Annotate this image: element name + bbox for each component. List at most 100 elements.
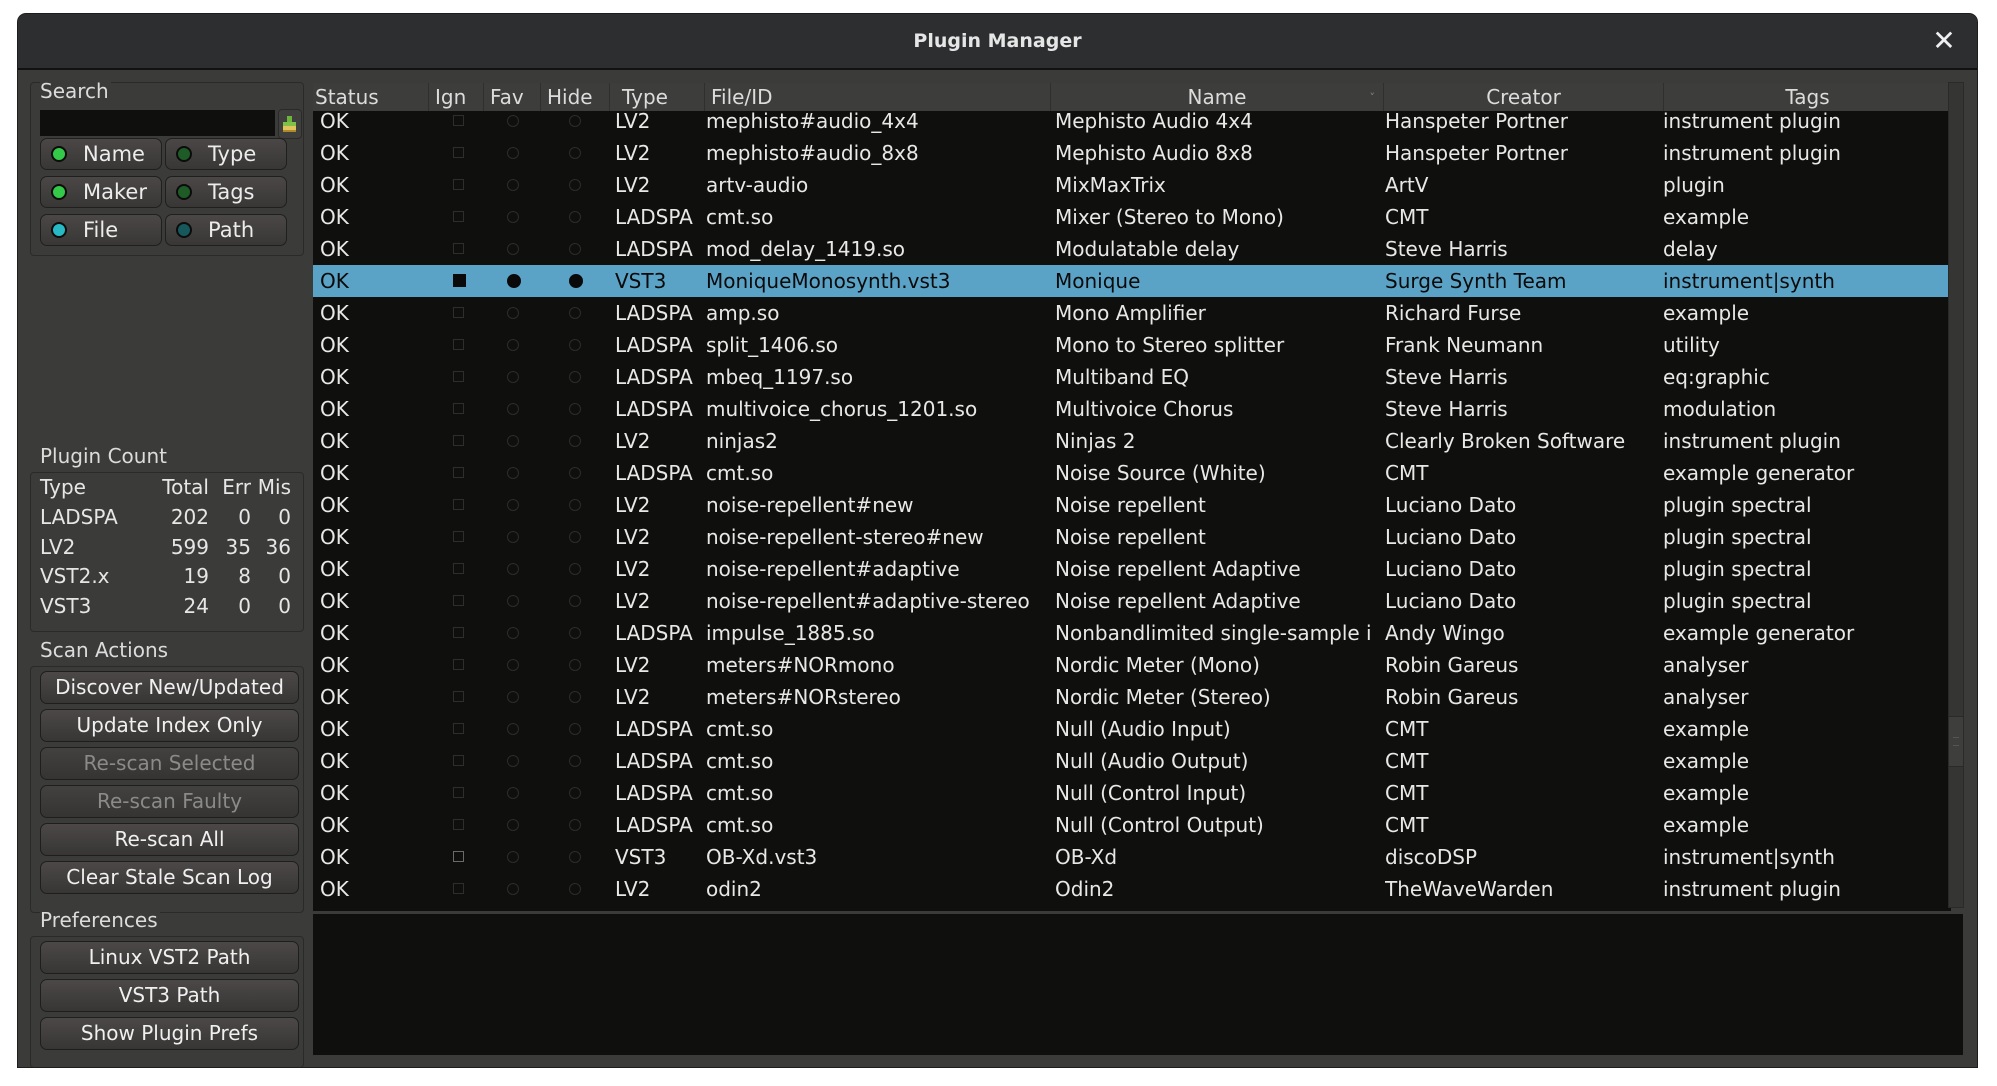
table-row[interactable]: OK LADSPA cmt.so Null (Audio Output) CMT exam… — [313, 745, 1951, 777]
favorite-radio[interactable] — [507, 435, 519, 447]
favorite-radio[interactable] — [507, 691, 519, 703]
favorite-radio[interactable] — [507, 755, 519, 767]
ignore-checkbox[interactable] — [453, 467, 464, 478]
favorite-radio[interactable] — [507, 467, 519, 479]
table-row[interactable]: OK LV2 noise-repellent-stereo#new Noise rep… — [313, 521, 1951, 553]
clear-stale-scan-log-button[interactable]: Clear Stale Scan Log — [40, 861, 299, 894]
favorite-radio[interactable] — [507, 819, 519, 831]
ignore-checkbox[interactable] — [453, 627, 464, 638]
filter-toggle-path[interactable]: Path — [165, 214, 287, 246]
hide-radio[interactable] — [569, 274, 583, 288]
hide-radio[interactable] — [569, 755, 581, 767]
table-row[interactable]: OK LV2 noise-repellent#adaptive Noise repel… — [313, 553, 1951, 585]
column-creator[interactable]: Creator — [1383, 83, 1663, 112]
favorite-radio[interactable] — [507, 531, 519, 543]
filter-toggle-type[interactable]: Type — [165, 138, 287, 170]
ignore-checkbox[interactable] — [453, 883, 464, 894]
table-scrollbar[interactable] — [1948, 82, 1964, 908]
table-row[interactable]: OK LV2 noise-repellent#adaptive-stereo Nois… — [313, 585, 1951, 617]
favorite-radio[interactable] — [507, 339, 519, 351]
table-row[interactable]: OK LV2 mephisto#audio_8x8 Mephisto Audio 8x… — [313, 137, 1951, 169]
ignore-checkbox[interactable] — [453, 339, 464, 350]
table-row[interactable]: OK LV2 meters#NORstereo Nordic Meter (Stere… — [313, 681, 1951, 713]
ignore-checkbox[interactable] — [453, 435, 464, 446]
favorite-radio[interactable] — [507, 371, 519, 383]
favorite-radio[interactable] — [507, 115, 519, 127]
column-status[interactable]: Status — [313, 83, 428, 112]
table-row[interactable]: OK LADSPA cmt.so Null (Control Input) CMT exa… — [313, 777, 1951, 809]
column-tags[interactable]: Tags — [1663, 83, 1951, 112]
column-file-id[interactable]: File/ID — [704, 83, 1050, 112]
plugin-table[interactable]: OK LV2 mephisto#audio_4x4 Mephisto Audio 4x… — [313, 111, 1951, 911]
hide-radio[interactable] — [569, 819, 581, 831]
ignore-checkbox[interactable] — [453, 211, 464, 222]
hide-radio[interactable] — [569, 307, 581, 319]
hide-radio[interactable] — [569, 243, 581, 255]
column-fav[interactable]: Fav — [483, 83, 540, 112]
table-row[interactable]: OK LADSPA mod_delay_1419.so Modulatable del… — [313, 233, 1951, 265]
filter-toggle-tags[interactable]: Tags — [165, 176, 287, 208]
table-row[interactable]: OK LADSPA cmt.so Noise Source (White) CMT exa… — [313, 457, 1951, 489]
favorite-radio[interactable] — [507, 595, 519, 607]
favorite-radio[interactable] — [507, 179, 519, 191]
vst3-path-button[interactable]: VST3 Path — [40, 979, 299, 1012]
favorite-radio[interactable] — [507, 851, 519, 863]
update-index-only-button[interactable]: Update Index Only — [40, 709, 299, 742]
discover-new-updated-button[interactable]: Discover New/Updated — [40, 671, 299, 704]
favorite-radio[interactable] — [507, 723, 519, 735]
hide-radio[interactable] — [569, 115, 581, 127]
ignore-checkbox[interactable] — [453, 691, 464, 702]
hide-radio[interactable] — [569, 595, 581, 607]
search-input[interactable] — [40, 110, 275, 136]
hide-radio[interactable] — [569, 659, 581, 671]
table-row[interactable]: OK LADSPA impulse_1885.so Nonbandlimited si… — [313, 617, 1951, 649]
ignore-checkbox[interactable] — [453, 851, 464, 862]
favorite-radio[interactable] — [507, 563, 519, 575]
ignore-checkbox[interactable] — [453, 307, 464, 318]
ignore-checkbox[interactable] — [453, 371, 464, 382]
ignore-checkbox[interactable] — [453, 115, 464, 126]
favorite-radio[interactable] — [507, 499, 519, 511]
filter-toggle-name[interactable]: Name — [40, 138, 162, 170]
re-scan-all-button[interactable]: Re-scan All — [40, 823, 299, 856]
favorite-radio[interactable] — [507, 147, 519, 159]
favorite-radio[interactable] — [507, 627, 519, 639]
table-row[interactable]: OK LV2 artv-audio MixMaxTrix ArtV plugin — [313, 169, 1951, 201]
table-row[interactable]: OK LV2 mephisto#audio_4x4 Mephisto Audio 4x… — [313, 111, 1951, 137]
hide-radio[interactable] — [569, 211, 581, 223]
favorite-radio[interactable] — [507, 787, 519, 799]
hide-radio[interactable] — [569, 723, 581, 735]
close-icon[interactable]: ✕ — [1927, 24, 1961, 58]
ignore-checkbox[interactable] — [453, 563, 464, 574]
ignore-checkbox[interactable] — [453, 595, 464, 606]
table-row[interactable]: OK VST3 MoniqueMonosynth.vst3 Monique Surge … — [313, 265, 1951, 297]
ignore-checkbox[interactable] — [453, 179, 464, 190]
table-row[interactable]: OK LV2 meters#NORmono Nordic Meter (Mono) Ro… — [313, 649, 1951, 681]
favorite-radio[interactable] — [507, 243, 519, 255]
hide-radio[interactable] — [569, 563, 581, 575]
table-row[interactable]: OK LADSPA split_1406.so Mono to Stereo spli… — [313, 329, 1951, 361]
hide-radio[interactable] — [569, 467, 581, 479]
favorite-radio[interactable] — [507, 659, 519, 671]
hide-radio[interactable] — [569, 531, 581, 543]
favorite-radio[interactable] — [507, 274, 521, 288]
favorite-radio[interactable] — [507, 307, 519, 319]
hide-radio[interactable] — [569, 339, 581, 351]
ignore-checkbox[interactable] — [453, 403, 464, 414]
hide-radio[interactable] — [569, 883, 581, 895]
table-row[interactable]: OK LADSPA mbeq_1197.so Multiband EQ Steve Ha… — [313, 361, 1951, 393]
hide-radio[interactable] — [569, 851, 581, 863]
favorite-radio[interactable] — [507, 883, 519, 895]
ignore-checkbox[interactable] — [453, 499, 464, 510]
ignore-checkbox[interactable] — [453, 659, 464, 670]
table-row[interactable]: OK VST3 OB-Xd.vst3 OB-Xd discoDSP instrument|… — [313, 841, 1951, 873]
hide-radio[interactable] — [569, 371, 581, 383]
hide-radio[interactable] — [569, 147, 581, 159]
filter-toggle-maker[interactable]: Maker — [40, 176, 162, 208]
show-plugin-prefs-button[interactable]: Show Plugin Prefs — [40, 1017, 299, 1050]
ignore-checkbox[interactable] — [453, 274, 466, 287]
table-row[interactable]: OK LV2 noise-repellent#new Noise repellent L… — [313, 489, 1951, 521]
column-type[interactable]: Type — [609, 83, 704, 112]
ignore-checkbox[interactable] — [453, 819, 464, 830]
hide-radio[interactable] — [569, 403, 581, 415]
